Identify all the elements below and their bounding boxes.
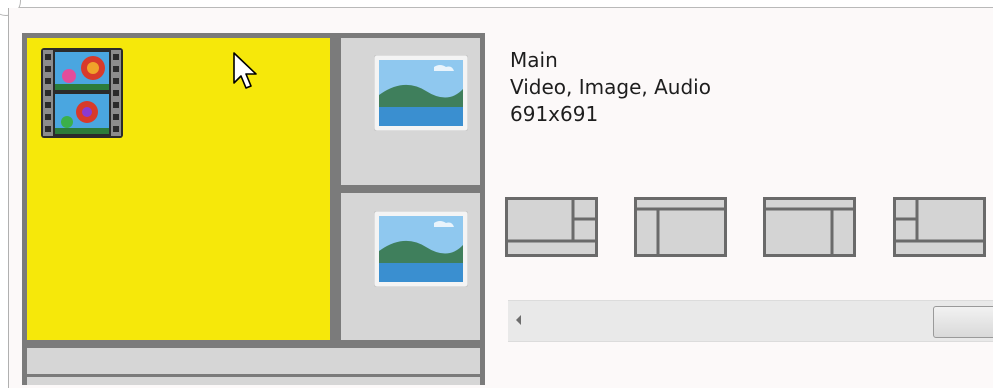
zone-main[interactable]	[27, 38, 330, 340]
layout-top-bar-left-strip-icon	[634, 197, 727, 257]
zone-resolution: 691x691	[510, 102, 599, 126]
layout-main-left-split-right-icon	[505, 197, 598, 257]
film-strip-icon	[41, 48, 123, 138]
zone-name: Main	[510, 48, 558, 72]
zone-bottom[interactable]	[27, 348, 480, 374]
zone-right-bottom[interactable]	[341, 193, 480, 340]
mouse-pointer-icon	[233, 52, 257, 89]
layout-top-bar-right-strip-icon	[763, 197, 856, 257]
layout-option-top-bar-left-strip[interactable]	[634, 197, 727, 257]
layout-left-split-main-right-icon	[893, 197, 986, 257]
zone-bottom-extra[interactable]	[27, 377, 480, 385]
zone-right-top[interactable]	[341, 38, 480, 185]
layout-option-left-split-main-right[interactable]	[893, 197, 986, 257]
landscape-image-icon	[374, 55, 468, 131]
layout-option-top-bar-right-strip[interactable]	[763, 197, 856, 257]
zone-content-types: Video, Image, Audio	[510, 75, 711, 99]
scroll-left-arrow-icon[interactable]	[516, 315, 521, 325]
landscape-image-icon	[374, 211, 468, 287]
scrollbar-thumb[interactable]	[933, 306, 993, 338]
zone-info: Main Video, Image, Audio 691x691	[510, 47, 711, 128]
horizontal-scrollbar[interactable]	[508, 300, 993, 342]
layout-option-main-left-split-right[interactable]	[505, 197, 598, 257]
